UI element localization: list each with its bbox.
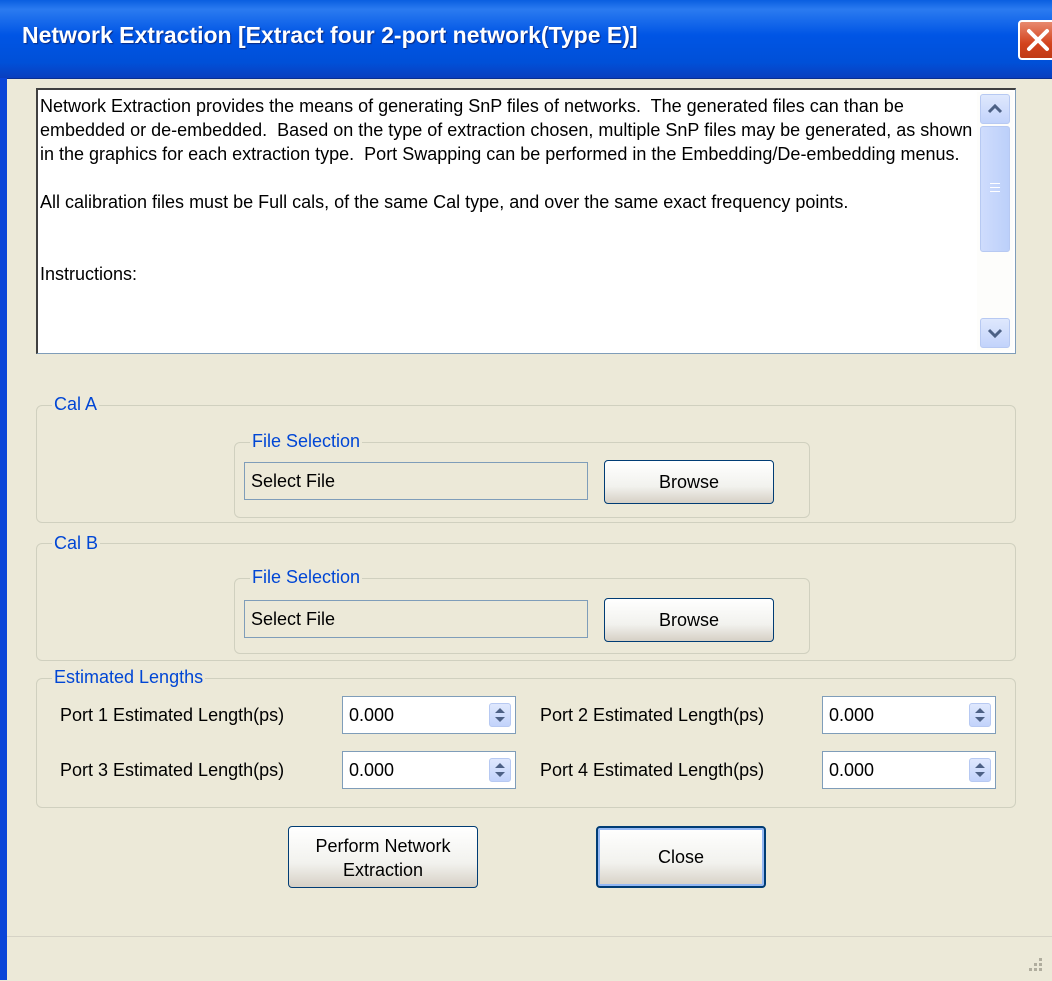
cal-a-file-selection-legend: File Selection — [250, 431, 363, 452]
port-4-spin-buttons[interactable] — [969, 758, 991, 782]
up-down-arrows-icon — [975, 763, 985, 777]
cal-a-browse-button[interactable]: Browse — [604, 460, 774, 504]
cal-b-file-selection-legend: File Selection — [250, 567, 363, 588]
up-down-arrows-icon — [495, 708, 505, 722]
port-3-length-spinner[interactable]: 0.000 — [342, 751, 516, 789]
cal-b-legend: Cal B — [52, 533, 101, 554]
port-3-spin-buttons[interactable] — [489, 758, 511, 782]
scroll-up-button[interactable] — [980, 94, 1010, 124]
port-4-label: Port 4 Estimated Length(ps) — [540, 760, 765, 780]
port-2-length-spinner[interactable]: 0.000 — [822, 696, 996, 734]
description-scrollbar[interactable] — [977, 92, 1013, 350]
scroll-down-button[interactable] — [980, 318, 1010, 348]
estimated-lengths-legend: Estimated Lengths — [52, 667, 206, 688]
cal-a-legend: Cal A — [52, 394, 100, 415]
cal-a-file-field[interactable]: Select File — [244, 462, 588, 500]
up-down-arrows-icon — [975, 708, 985, 722]
port-4-length-spinner[interactable]: 0.000 — [822, 751, 996, 789]
port-1-length-spinner[interactable]: 0.000 — [342, 696, 516, 734]
close-window-button[interactable] — [1018, 20, 1052, 60]
title-bar[interactable]: Network Extraction [Extract four 2-port … — [0, 0, 1052, 79]
window-frame-left — [0, 78, 7, 980]
scroll-thumb[interactable] — [980, 126, 1010, 252]
port-1-spin-buttons[interactable] — [489, 703, 511, 727]
port-1-length-value: 0.000 — [349, 705, 395, 725]
port-1-label: Port 1 Estimated Length(ps) — [60, 705, 285, 725]
port-3-length-value: 0.000 — [349, 760, 395, 780]
resize-grip-icon[interactable] — [1024, 955, 1044, 975]
port-4-length-value: 0.000 — [829, 760, 875, 780]
port-3-label: Port 3 Estimated Length(ps) — [60, 760, 285, 780]
perform-network-extraction-label: Perform Network Extraction — [315, 836, 451, 880]
chevron-up-icon — [987, 103, 1003, 114]
description-textbox[interactable]: Network Extraction provides the means of… — [36, 88, 1016, 354]
close-icon — [1027, 29, 1049, 51]
status-bar — [7, 936, 1052, 981]
cal-b-file-field[interactable]: Select File — [244, 600, 588, 638]
perform-network-extraction-button[interactable]: Perform Network Extraction — [288, 826, 478, 888]
cal-b-browse-button[interactable]: Browse — [604, 598, 774, 642]
up-down-arrows-icon — [495, 763, 505, 777]
port-2-label: Port 2 Estimated Length(ps) — [540, 705, 765, 725]
window-title: Network Extraction [Extract four 2-port … — [22, 22, 638, 48]
description-text: Network Extraction provides the means of… — [40, 96, 973, 284]
port-2-length-value: 0.000 — [829, 705, 875, 725]
close-button[interactable]: Close — [596, 826, 766, 888]
port-2-spin-buttons[interactable] — [969, 703, 991, 727]
chevron-down-icon — [987, 328, 1003, 339]
